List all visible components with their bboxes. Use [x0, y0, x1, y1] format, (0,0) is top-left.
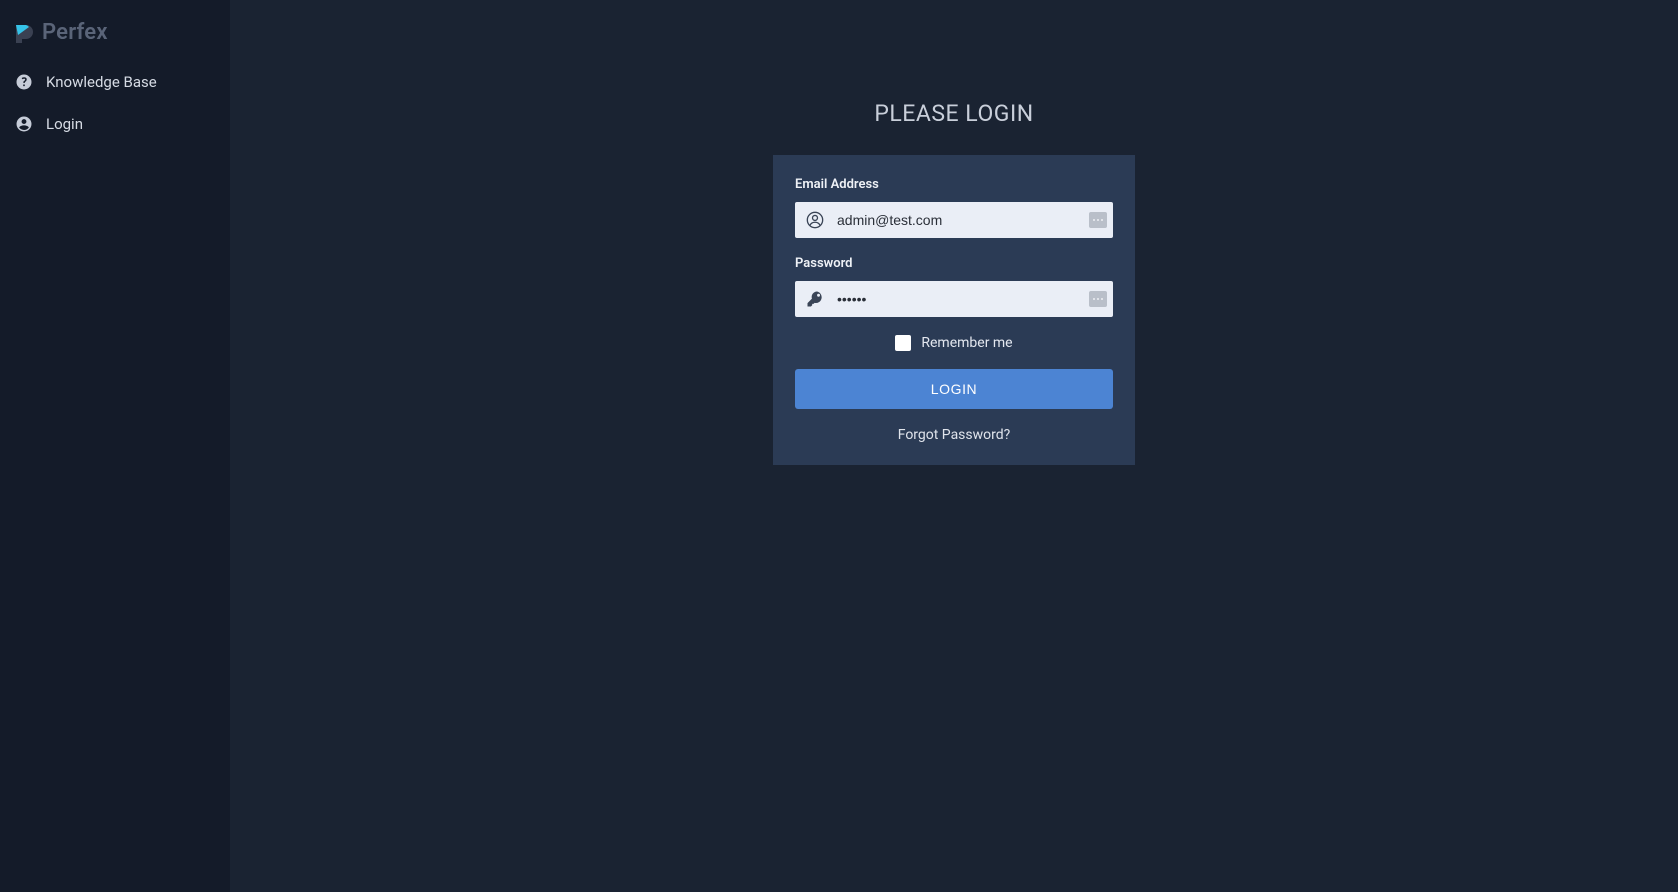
- remember-me-checkbox[interactable]: [895, 335, 911, 351]
- brand-name: Perfex: [42, 20, 108, 45]
- user-circle-icon: [14, 114, 34, 134]
- autofill-icon[interactable]: [1089, 212, 1107, 228]
- key-icon: [805, 289, 825, 309]
- brand-logo[interactable]: Perfex: [0, 10, 230, 61]
- autofill-icon[interactable]: [1089, 291, 1107, 307]
- sidebar-item-knowledge-base[interactable]: Knowledge Base: [0, 61, 230, 103]
- login-button[interactable]: LOGIN: [795, 369, 1113, 409]
- remember-me-label[interactable]: Remember me: [921, 335, 1012, 351]
- brand-logo-icon: [12, 21, 36, 45]
- password-input[interactable]: [795, 281, 1113, 317]
- main-content: PLEASE LOGIN Email Address Password: [230, 0, 1678, 892]
- sidebar-item-login[interactable]: Login: [0, 103, 230, 145]
- email-input-wrap: [795, 202, 1113, 238]
- remember-me-row: Remember me: [795, 335, 1113, 351]
- page-title: PLEASE LOGIN: [874, 100, 1033, 127]
- email-input[interactable]: [795, 202, 1113, 238]
- sidebar-item-label: Login: [46, 115, 83, 133]
- sidebar-item-label: Knowledge Base: [46, 73, 157, 91]
- user-outline-icon: [805, 210, 825, 230]
- sidebar: Perfex Knowledge Base Login: [0, 0, 230, 892]
- password-label: Password: [795, 256, 1113, 271]
- email-label: Email Address: [795, 177, 1113, 192]
- forgot-password-link[interactable]: Forgot Password?: [795, 427, 1113, 443]
- help-circle-icon: [14, 72, 34, 92]
- password-input-wrap: [795, 281, 1113, 317]
- login-form: Email Address Password: [773, 155, 1135, 465]
